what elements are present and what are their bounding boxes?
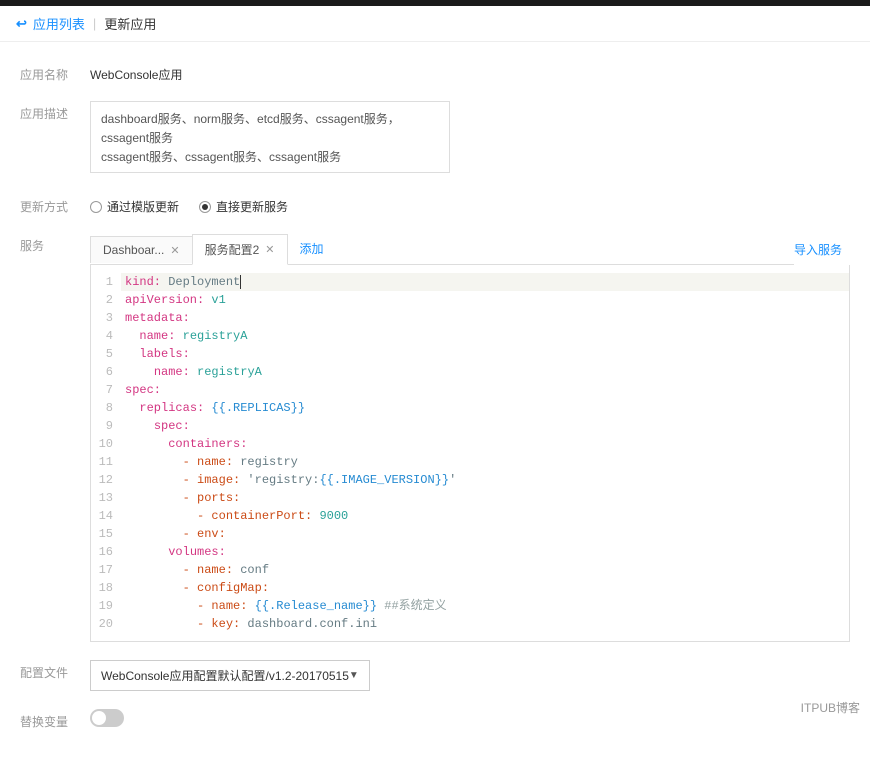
update-mode-label: 更新方式 (20, 194, 90, 215)
code-line[interactable]: 12 - image: 'registry:{{.IMAGE_VERSION}}… (91, 471, 849, 489)
line-number: 3 (91, 309, 121, 327)
radio-direct-label: 直接更新服务 (216, 198, 288, 215)
radio-icon (199, 201, 211, 213)
code-line[interactable]: 17 - name: conf (91, 561, 849, 579)
line-number: 4 (91, 327, 121, 345)
line-number: 15 (91, 525, 121, 543)
replace-var-toggle[interactable] (90, 709, 124, 727)
code-content: - name: {{.Release_name}} ##系统定义 (121, 597, 447, 615)
code-line[interactable]: 19 - name: {{.Release_name}} ##系统定义 (91, 597, 849, 615)
code-content: name: registryA (121, 327, 247, 345)
close-icon[interactable]: ✕ (265, 243, 274, 256)
close-icon[interactable]: ✕ (170, 244, 179, 257)
code-content: - containerPort: 9000 (121, 507, 348, 525)
radio-direct-update[interactable]: 直接更新服务 (199, 198, 288, 215)
breadcrumb: ↩ 应用列表 | 更新应用 (0, 6, 870, 42)
radio-template-update[interactable]: 通过模版更新 (90, 198, 179, 215)
code-line[interactable]: 20 - key: dashboard.conf.ini (91, 615, 849, 633)
form: 应用名称 WebConsole应用 应用描述 更新方式 通过模版更新 直接更新服… (0, 42, 870, 758)
code-line[interactable]: 3metadata: (91, 309, 849, 327)
line-number: 9 (91, 417, 121, 435)
add-tab-link[interactable]: 添加 (288, 234, 336, 263)
line-number: 5 (91, 345, 121, 363)
breadcrumb-current: 更新应用 (104, 14, 156, 33)
code-line[interactable]: 15 - env: (91, 525, 849, 543)
line-number: 16 (91, 543, 121, 561)
line-number: 13 (91, 489, 121, 507)
code-content: - image: 'registry:{{.IMAGE_VERSION}}' (121, 471, 456, 489)
line-number: 10 (91, 435, 121, 453)
line-number: 6 (91, 363, 121, 381)
config-file-value: WebConsole应用配置默认配置/v1.2-20170515 (101, 667, 349, 684)
code-content: containers: (121, 435, 247, 453)
code-content: - env: (121, 525, 226, 543)
back-icon[interactable]: ↩ (16, 16, 27, 32)
code-line[interactable]: 1kind: Deployment (91, 273, 849, 291)
service-tabs: Dashboar... ✕ 服务配置2 ✕ 添加 (90, 233, 794, 265)
tab-dashboard[interactable]: Dashboar... ✕ (90, 236, 193, 263)
tab-label: 服务配置2 (205, 241, 260, 258)
tab-label: Dashboar... (103, 243, 164, 257)
code-line[interactable]: 5 labels: (91, 345, 849, 363)
code-line[interactable]: 11 - name: registry (91, 453, 849, 471)
code-line[interactable]: 13 - ports: (91, 489, 849, 507)
line-number: 2 (91, 291, 121, 309)
code-content: metadata: (121, 309, 190, 327)
app-desc-textarea[interactable] (90, 101, 450, 173)
line-number: 19 (91, 597, 121, 615)
code-content: - name: registry (121, 453, 298, 471)
code-content: replicas: {{.REPLICAS}} (121, 399, 305, 417)
app-name-value: WebConsole应用 (90, 62, 850, 83)
code-line[interactable]: 7spec: (91, 381, 849, 399)
line-number: 17 (91, 561, 121, 579)
watermark: ITPUB博客 (801, 699, 860, 716)
line-number: 8 (91, 399, 121, 417)
code-line[interactable]: 16 volumes: (91, 543, 849, 561)
breadcrumb-separator: | (93, 16, 96, 31)
config-file-label: 配置文件 (20, 660, 90, 681)
code-line[interactable]: 18 - configMap: (91, 579, 849, 597)
replace-var-label: 替换变量 (20, 709, 90, 730)
service-label: 服务 (20, 233, 90, 254)
line-number: 20 (91, 615, 121, 633)
code-line[interactable]: 9 spec: (91, 417, 849, 435)
code-line[interactable]: 8 replicas: {{.REPLICAS}} (91, 399, 849, 417)
line-number: 11 (91, 453, 121, 471)
code-content: - configMap: (121, 579, 269, 597)
code-line[interactable]: 6 name: registryA (91, 363, 849, 381)
code-content: spec: (121, 381, 161, 399)
code-content: apiVersion: v1 (121, 291, 226, 309)
code-line[interactable]: 2apiVersion: v1 (91, 291, 849, 309)
app-name-label: 应用名称 (20, 62, 90, 83)
code-content: volumes: (121, 543, 226, 561)
code-line[interactable]: 14 - containerPort: 9000 (91, 507, 849, 525)
code-content: - key: dashboard.conf.ini (121, 615, 377, 633)
line-number: 7 (91, 381, 121, 399)
code-content: - ports: (121, 489, 240, 507)
line-number: 12 (91, 471, 121, 489)
line-number: 14 (91, 507, 121, 525)
line-number: 1 (91, 273, 121, 291)
yaml-editor[interactable]: 1kind: Deployment2apiVersion: v13metadat… (90, 265, 850, 642)
breadcrumb-back-link[interactable]: 应用列表 (33, 14, 85, 33)
chevron-down-icon: ▼ (349, 670, 359, 681)
code-content: - name: conf (121, 561, 269, 579)
code-line[interactable]: 4 name: registryA (91, 327, 849, 345)
config-file-select[interactable]: WebConsole应用配置默认配置/v1.2-20170515 ▼ (90, 660, 370, 691)
code-content: labels: (121, 345, 190, 363)
code-content: spec: (121, 417, 190, 435)
code-line[interactable]: 10 containers: (91, 435, 849, 453)
tab-service-config-2[interactable]: 服务配置2 ✕ (192, 234, 288, 265)
radio-template-label: 通过模版更新 (107, 198, 179, 215)
line-number: 18 (91, 579, 121, 597)
radio-icon (90, 201, 102, 213)
code-content: name: registryA (121, 363, 262, 381)
code-content: kind: Deployment (121, 273, 849, 291)
import-service-link[interactable]: 导入服务 (794, 241, 850, 258)
app-desc-label: 应用描述 (20, 101, 90, 122)
